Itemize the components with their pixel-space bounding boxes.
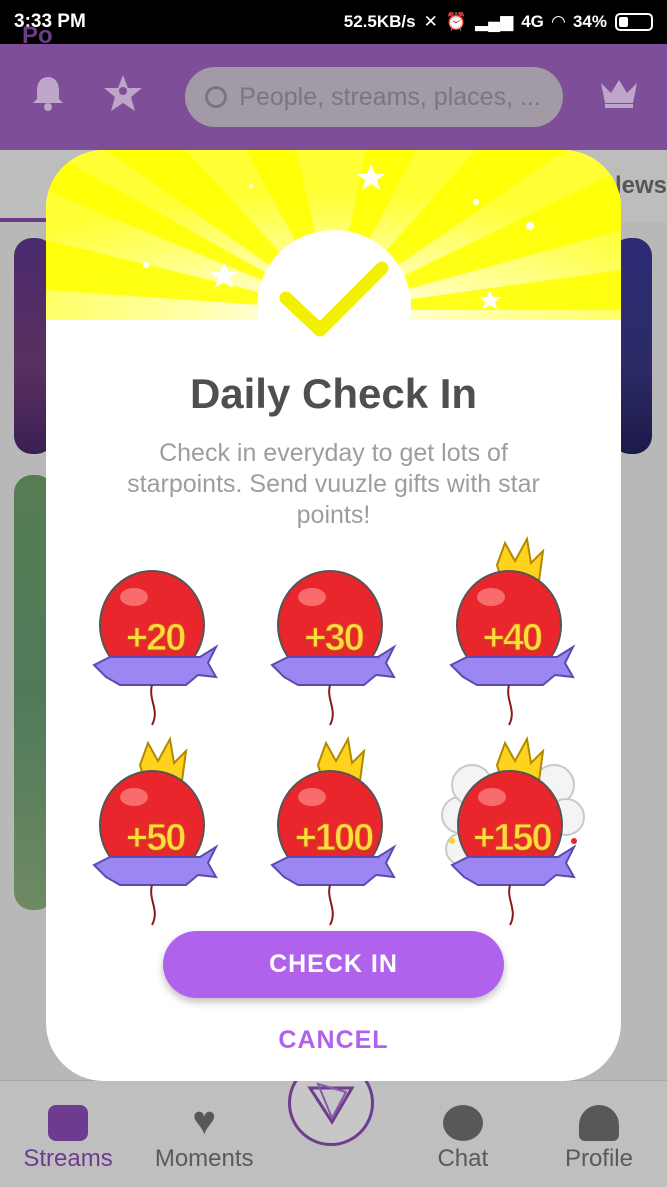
reward-amount: +150 (473, 817, 554, 860)
daily-checkin-dialog: Daily Check In Check in everyday to get … (46, 150, 621, 1081)
dialog-subtitle: Check in everyday to get lots of starpoi… (127, 439, 540, 529)
network-type: 4G (521, 12, 544, 31)
profile-icon (578, 1105, 619, 1141)
tab-news[interactable]: lews (615, 172, 667, 200)
check-in-button[interactable]: CHECK IN (163, 931, 504, 998)
rewards-grid: +20 +30 +40 +50 +100 +150 (66, 535, 601, 926)
reward-amount: +100 (294, 817, 375, 860)
nav-label: Profile (564, 1145, 633, 1172)
checkmark-icon (279, 261, 389, 337)
reward-amount: +30 (304, 617, 365, 660)
nav-moments[interactable]: ♥ Moments (136, 1101, 272, 1173)
app-header: People, streams, places, ... (0, 44, 667, 150)
nav-label: Moments (154, 1145, 254, 1172)
search-placeholder: People, streams, places, ... (239, 82, 541, 111)
reward-amount: +20 (125, 617, 186, 660)
nav-label: Streams (23, 1145, 113, 1172)
search-icon (205, 86, 228, 108)
cancel-button[interactable]: CANCEL (46, 1026, 621, 1055)
battery-percent: 34% (572, 12, 607, 31)
crown-icon[interactable] (599, 77, 639, 118)
reward-day-6: +150 (423, 735, 601, 926)
tab-popular[interactable]: Po (22, 22, 53, 50)
nav-chat[interactable]: Chat (395, 1105, 531, 1173)
nav-profile[interactable]: Profile (531, 1105, 667, 1173)
network-speed: 52.5KB/s (343, 12, 416, 31)
mute-icon: ✕ (423, 12, 438, 31)
search-bar[interactable]: People, streams, places, ... (185, 67, 563, 127)
status-bar: 3:33 PM 52.5KB/s ✕ ⏰ ▂▄▆ 4G ◠ 34% (0, 0, 667, 44)
status-time: 3:33 PM (14, 11, 86, 32)
heart-icon: ♥ (192, 1099, 217, 1143)
streams-icon (48, 1105, 89, 1141)
reward-amount: +50 (125, 817, 186, 860)
reward-amount: +40 (482, 617, 543, 660)
signal-icon: ▂▄▆ (475, 12, 514, 31)
chat-icon (442, 1105, 483, 1141)
wifi-icon: ◠ (551, 12, 565, 31)
reward-day-1: +20 (66, 545, 244, 726)
alarm-icon: ⏰ (445, 12, 467, 31)
reward-day-3: +40 (423, 535, 601, 726)
reward-day-4: +50 (66, 735, 244, 926)
reward-day-5: +100 (244, 735, 422, 926)
reward-day-2: +30 (244, 545, 422, 726)
battery-icon (615, 13, 653, 31)
vuuzle-logo-icon (307, 1082, 355, 1125)
nav-streams[interactable]: Streams (0, 1105, 136, 1173)
bell-icon[interactable] (28, 75, 67, 120)
dialog-title: Daily Check In (189, 370, 478, 417)
star-badge-icon[interactable] (103, 74, 143, 121)
nav-label: Chat (437, 1145, 489, 1172)
